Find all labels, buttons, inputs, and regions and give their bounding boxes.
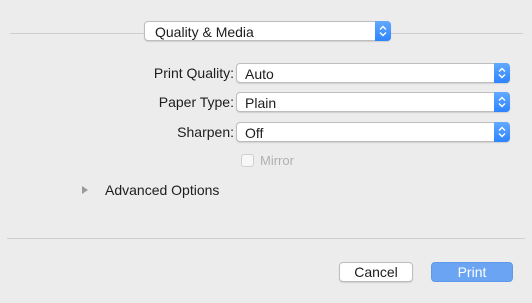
divider-left bbox=[10, 33, 144, 34]
paper-type-label: Paper Type: bbox=[158, 94, 234, 110]
print-button[interactable]: Print bbox=[431, 262, 513, 282]
mirror-checkbox bbox=[241, 153, 254, 167]
mirror-option: Mirror bbox=[241, 151, 294, 169]
print-quality-label: Print Quality: bbox=[153, 65, 234, 81]
cancel-button[interactable]: Cancel bbox=[339, 262, 413, 282]
preset-section-popup[interactable]: Quality & Media bbox=[144, 21, 391, 41]
sharpen-label: Sharpen: bbox=[177, 124, 234, 140]
paper-type-value: Plain bbox=[245, 95, 277, 111]
chevron-up-down-icon bbox=[494, 122, 510, 142]
divider-right bbox=[391, 33, 523, 34]
sharpen-value: Off bbox=[245, 125, 264, 141]
chevron-up-down-icon bbox=[494, 92, 510, 112]
footer-divider bbox=[7, 238, 525, 239]
print-settings-panel: Quality & Media Print Quality: Auto Pape… bbox=[0, 0, 532, 303]
preset-section-value: Quality & Media bbox=[155, 24, 254, 40]
sharpen-popup[interactable]: Off bbox=[236, 122, 510, 142]
mirror-label: Mirror bbox=[260, 152, 294, 168]
print-quality-value: Auto bbox=[245, 66, 274, 82]
paper-type-popup[interactable]: Plain bbox=[236, 92, 510, 112]
disclosure-triangle-icon[interactable] bbox=[82, 186, 88, 194]
chevron-up-down-icon bbox=[494, 63, 510, 83]
chevron-up-down-icon bbox=[375, 21, 391, 41]
print-quality-popup[interactable]: Auto bbox=[236, 63, 510, 83]
advanced-options-label[interactable]: Advanced Options bbox=[105, 182, 219, 198]
advanced-options-disclosure[interactable]: Advanced Options bbox=[82, 181, 219, 199]
